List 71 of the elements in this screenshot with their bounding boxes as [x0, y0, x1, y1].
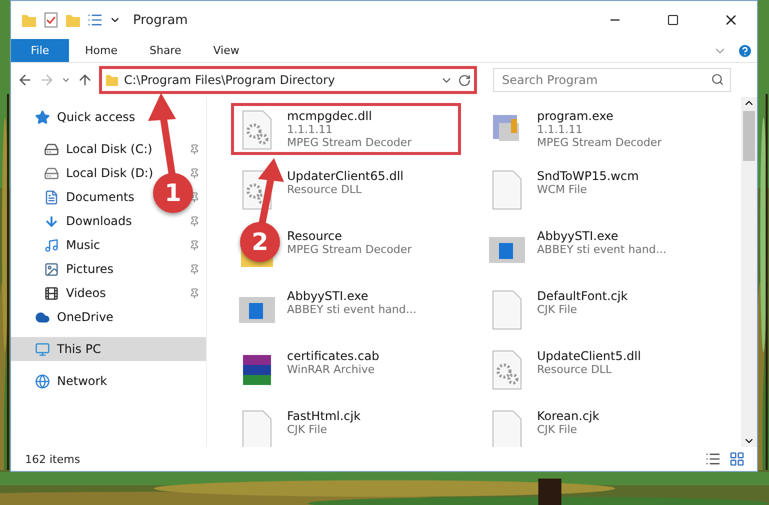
file-detail: ABBEY sti event hand...	[287, 303, 416, 316]
sidebar-item[interactable]: Music	[66, 238, 100, 252]
sidebar-item[interactable]: This PC	[57, 342, 101, 356]
sidebar-item[interactable]: Downloads	[66, 214, 132, 228]
ribbon-tab[interactable]: Share	[133, 39, 198, 62]
file-name[interactable]: UpdateClient5.dll	[537, 349, 641, 363]
file-detail: CJK File	[537, 303, 578, 316]
cloud-icon	[35, 310, 50, 324]
address-bar[interactable]: C:\Program Files\Program Directory	[99, 66, 477, 94]
file-detail: MPEG Stream Decoder	[287, 243, 412, 256]
ribbon-tab[interactable]: Home	[69, 39, 134, 62]
back-icon[interactable]	[17, 72, 33, 88]
file-name[interactable]: Resource	[287, 229, 412, 243]
file-detail: ABBEY sti event hand...	[537, 243, 666, 256]
file-menu-button[interactable]: File	[11, 39, 69, 62]
checklist-icon[interactable]	[43, 12, 59, 28]
file-name[interactable]: UpdaterClient65.dll	[287, 169, 404, 183]
ribbon-tab[interactable]: View	[197, 39, 256, 62]
scroll-thumb[interactable]	[743, 111, 755, 161]
file-detail: MPEG Stream Decoder	[537, 136, 662, 149]
file-detail: Resource DLL	[537, 363, 613, 376]
file-name[interactable]: FastHtml.cjk	[287, 409, 361, 423]
file-detail: 1.1.1.11	[537, 123, 584, 136]
sidebar-item[interactable]: Local Disk (C:)	[66, 142, 152, 156]
maximize-icon	[667, 14, 679, 26]
file-name[interactable]: AbbyySTI.exe	[287, 289, 416, 303]
scrollbar[interactable]	[741, 97, 757, 447]
arrow-drawing	[258, 158, 284, 225]
download-icon	[44, 214, 59, 228]
sidebar-item[interactable]: Local Disk (D:)	[66, 166, 154, 180]
drive-icon	[44, 142, 59, 156]
refresh-icon[interactable]	[458, 74, 471, 86]
file-detail: MPEG Stream Decoder	[287, 136, 412, 149]
globe-icon	[35, 374, 50, 388]
file-name[interactable]: AbbyySTI.exe	[537, 229, 666, 243]
sidebar-item[interactable]: Pictures	[66, 262, 114, 276]
large-icons-view-icon[interactable]	[729, 451, 745, 467]
file-name[interactable]: Korean.cjk	[537, 409, 600, 423]
film-icon	[44, 286, 59, 300]
search-field[interactable]: Search Program	[493, 68, 731, 92]
file-name[interactable]: SndToWP15.wcm	[537, 169, 639, 183]
details-view-icon[interactable]	[705, 451, 721, 467]
sidebar-item[interactable]: Quick access	[57, 110, 136, 124]
file-detail: Resource DLL	[287, 183, 363, 196]
file-detail: 1.1.1.11	[287, 123, 334, 136]
folder-icon	[105, 73, 119, 87]
file-detail: CJK File	[537, 423, 578, 436]
item-count: 162 items	[25, 452, 82, 466]
sidebar-item[interactable]: OneDrive	[57, 310, 114, 324]
window-title: Program	[133, 12, 188, 28]
document-icon	[44, 190, 59, 204]
help-icon[interactable]	[737, 42, 753, 58]
file-name[interactable]: DefaultFont.cjk	[537, 289, 628, 303]
properties-icon[interactable]	[87, 12, 103, 28]
sidebar-item[interactable]: Network	[57, 374, 108, 388]
music-note-icon	[44, 238, 59, 252]
picture-icon	[44, 262, 59, 276]
file-name[interactable]: mcmpgdec.dll	[287, 109, 412, 123]
sidebar-item[interactable]: Documents	[66, 190, 134, 204]
star-icon	[35, 110, 50, 124]
file-detail: WCM File	[537, 183, 588, 196]
search-icon	[711, 73, 724, 86]
monitor-icon	[35, 342, 50, 356]
up-icon[interactable]	[77, 72, 93, 88]
drive-icon	[44, 166, 59, 180]
file-name[interactable]: certificates.cab	[287, 349, 380, 363]
file-tile[interactable]: mcmpgdec.dll 1.1.1.11 MPEG Stream Decoder	[231, 103, 461, 155]
file-detail: CJK File	[287, 423, 328, 436]
file-name[interactable]: program.exe	[537, 109, 662, 123]
file-detail: WinRAR Archive	[287, 363, 376, 376]
sidebar-item[interactable]: Videos	[66, 286, 106, 300]
